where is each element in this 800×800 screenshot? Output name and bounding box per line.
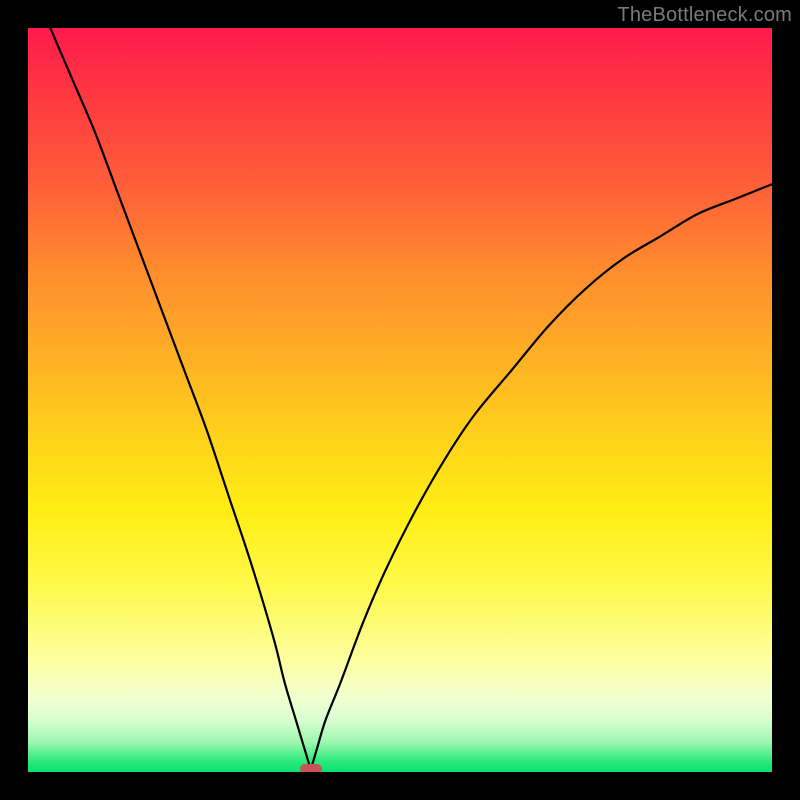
bottleneck-curve	[28, 28, 772, 772]
optimum-marker	[300, 764, 322, 772]
watermark-text: TheBottleneck.com	[617, 4, 792, 27]
plot-area	[28, 28, 772, 772]
chart-frame: TheBottleneck.com	[0, 0, 800, 800]
